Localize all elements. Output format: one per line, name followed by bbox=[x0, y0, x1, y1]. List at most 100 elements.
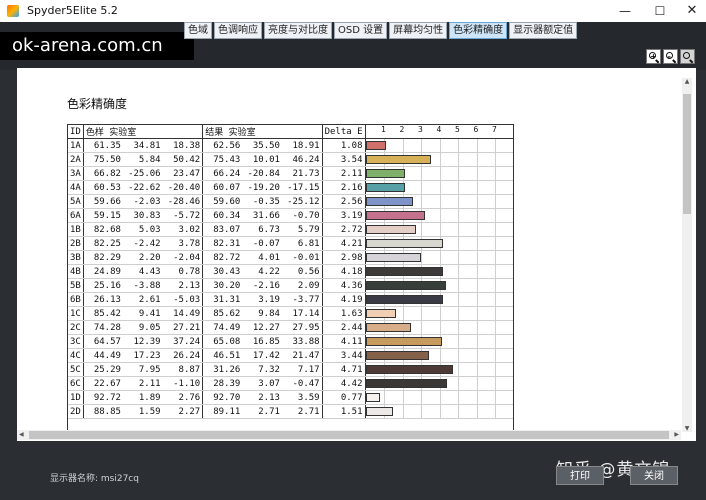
result-lab-value: -0.70 bbox=[281, 208, 323, 223]
axis-tick-label: 2 bbox=[399, 125, 405, 134]
tab-0[interactable]: 色域 bbox=[184, 22, 212, 39]
result-lab-value: -0.47 bbox=[281, 376, 323, 391]
tab-6[interactable]: 显示器额定值 bbox=[509, 22, 578, 39]
sample-lab-value: 2.76 bbox=[162, 390, 204, 405]
scroll-down-icon[interactable]: ▼ bbox=[682, 425, 692, 432]
close-button[interactable]: 关闭 bbox=[630, 466, 678, 485]
result-lab-value: 60.07 bbox=[202, 180, 243, 195]
zoom-controls: + - bbox=[646, 49, 695, 64]
result-lab-value: 35.50 bbox=[242, 138, 282, 153]
delta-e-bar bbox=[365, 211, 425, 220]
delta-e-bar bbox=[365, 365, 453, 374]
horizontal-scroll-thumb[interactable] bbox=[29, 431, 669, 439]
delta-e-bar bbox=[365, 155, 432, 164]
monitor-name: 显示器名称: msi27cq bbox=[50, 474, 139, 484]
scroll-up-icon[interactable]: ▲ bbox=[682, 78, 692, 85]
row-id: 3C bbox=[68, 334, 84, 349]
sample-lab-value: 0.78 bbox=[162, 264, 204, 279]
sample-lab-value: 2.27 bbox=[162, 404, 204, 419]
tab-3[interactable]: OSD 设置 bbox=[334, 22, 388, 39]
result-lab-value: -20.84 bbox=[242, 166, 282, 181]
table-row: 5C 25.29 7.95 8.87 31.26 7.32 7.17 4.71 bbox=[68, 362, 513, 377]
result-lab-value: 5.79 bbox=[281, 222, 323, 237]
sample-lab-value: 1.59 bbox=[122, 404, 163, 419]
delta-e-bar-cell bbox=[365, 390, 513, 405]
delta-e-bar-cell bbox=[365, 334, 513, 349]
maximize-button[interactable]: ☐ bbox=[645, 0, 675, 22]
delta-e-bar bbox=[365, 225, 416, 234]
sample-lab-value: 17.23 bbox=[122, 348, 163, 363]
delta-e-value: 2.16 bbox=[322, 180, 366, 195]
sample-lab-value: 5.84 bbox=[122, 152, 163, 167]
vertical-scrollbar[interactable]: ▲ ▼ bbox=[682, 78, 692, 432]
zoom-out-icon[interactable]: - bbox=[663, 49, 678, 64]
sample-lab-value: 82.68 bbox=[83, 222, 123, 237]
sample-lab-value: 60.53 bbox=[83, 180, 123, 195]
close-window-button[interactable]: ✕ bbox=[677, 0, 706, 22]
sample-lab-value: 44.49 bbox=[83, 348, 123, 363]
result-lab-value: 59.60 bbox=[202, 194, 243, 209]
axis-tick-label: 7 bbox=[492, 125, 497, 134]
col-header-id: ID bbox=[68, 125, 84, 139]
tab-1[interactable]: 色调响应 bbox=[214, 22, 262, 39]
result-lab-value: 46.51 bbox=[202, 348, 243, 363]
delta-e-value: 4.71 bbox=[322, 362, 366, 377]
result-lab-value: 30.43 bbox=[202, 264, 243, 279]
delta-e-value: 2.72 bbox=[322, 222, 366, 237]
row-id: 6A bbox=[68, 208, 84, 223]
minimize-button[interactable]: — bbox=[610, 0, 640, 22]
sample-lab-value: -20.40 bbox=[162, 180, 204, 195]
axis-tick-label: 4 bbox=[436, 125, 442, 134]
result-lab-value: -0.01 bbox=[281, 250, 323, 265]
result-lab-value: 82.31 bbox=[202, 236, 243, 251]
print-button[interactable]: 打印 bbox=[556, 466, 604, 485]
result-lab-value: 7.17 bbox=[281, 362, 323, 377]
delta-e-bar-cell bbox=[365, 236, 513, 251]
result-lab-value: -0.35 bbox=[242, 194, 282, 209]
title-bar: Spyder5Elite 5.2 — ☐ ✕ bbox=[0, 0, 706, 23]
sample-lab-value: 1.89 bbox=[122, 390, 163, 405]
result-lab-value: 7.32 bbox=[242, 362, 282, 377]
delta-e-bar-cell bbox=[365, 166, 513, 181]
tab-4[interactable]: 屏幕均匀性 bbox=[389, 22, 448, 39]
tab-5[interactable]: 色彩精确度 bbox=[449, 22, 508, 39]
axis-tick-label: 6 bbox=[473, 125, 479, 134]
delta-e-bar-cell bbox=[365, 320, 513, 335]
scroll-left-icon[interactable]: ◀ bbox=[19, 430, 24, 440]
delta-e-bar bbox=[365, 281, 447, 290]
sample-lab-value: 25.29 bbox=[83, 362, 123, 377]
sample-lab-value: 9.05 bbox=[122, 320, 163, 335]
horizontal-scrollbar[interactable]: ◀ ▶ bbox=[17, 430, 681, 440]
delta-e-bar bbox=[365, 393, 380, 402]
row-id: 3A bbox=[68, 166, 84, 181]
zoom-fit-icon[interactable] bbox=[680, 49, 695, 64]
result-lab-value: 2.71 bbox=[242, 404, 282, 419]
result-lab-value: 17.42 bbox=[242, 348, 282, 363]
scroll-right-icon[interactable]: ▶ bbox=[674, 430, 679, 440]
sample-lab-value: 61.35 bbox=[83, 138, 123, 153]
result-lab-value: 21.73 bbox=[281, 166, 323, 181]
delta-e-value: 3.19 bbox=[322, 208, 366, 223]
result-lab-value: -2.16 bbox=[242, 278, 282, 293]
delta-e-value: 4.21 bbox=[322, 236, 366, 251]
delta-e-bar bbox=[365, 379, 448, 388]
row-id: 1C bbox=[68, 306, 84, 321]
result-lab-value: 31.26 bbox=[202, 362, 243, 377]
row-id: 1D bbox=[68, 390, 84, 405]
result-lab-value: 75.43 bbox=[202, 152, 243, 167]
result-lab-value: 60.34 bbox=[202, 208, 243, 223]
result-lab-value: 31.66 bbox=[242, 208, 282, 223]
zoom-in-icon[interactable]: + bbox=[646, 49, 661, 64]
sample-lab-value: 92.72 bbox=[83, 390, 123, 405]
sample-lab-value: 27.21 bbox=[162, 320, 204, 335]
result-lab-value: 89.11 bbox=[202, 404, 243, 419]
delta-e-bar-cell bbox=[365, 376, 513, 391]
vertical-scroll-thumb[interactable] bbox=[683, 94, 691, 214]
tab-2[interactable]: 亮度与对比度 bbox=[264, 22, 332, 39]
result-lab-value: 10.01 bbox=[242, 152, 282, 167]
sample-lab-value: 8.87 bbox=[162, 362, 204, 377]
result-lab-value: 18.91 bbox=[281, 138, 323, 153]
result-lab-value: 4.01 bbox=[242, 250, 282, 265]
row-id: 2A bbox=[68, 152, 84, 167]
delta-e-bar-cell bbox=[365, 362, 513, 377]
